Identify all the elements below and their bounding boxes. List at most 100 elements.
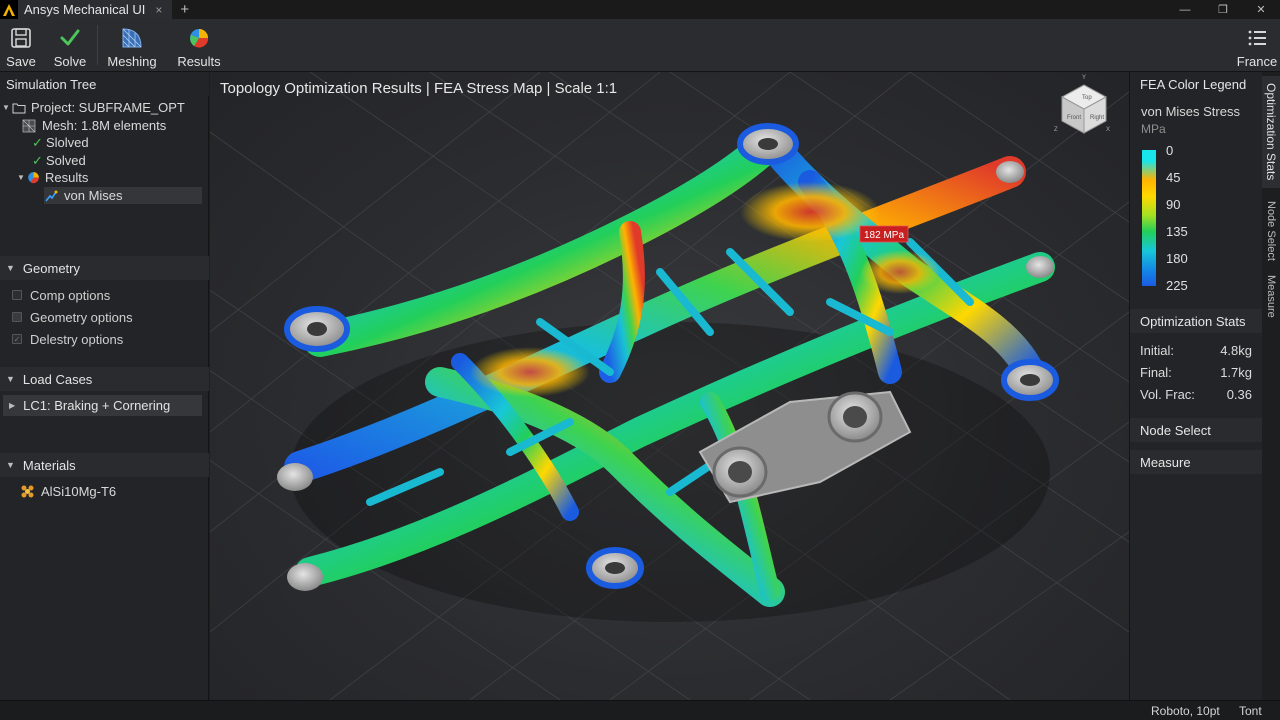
side-tab-strip: Optimization Stats Node Select Measure [1262,72,1280,700]
stat-value: 1.7kg [1220,365,1252,380]
materials-header[interactable]: ▼ Materials [0,453,209,477]
measure-header[interactable]: Measure [1130,450,1263,474]
project-label: Project: SUBFRAME_OPT [31,100,185,115]
menu-label: France [1236,54,1278,69]
geometry-option-2[interactable]: Geometry options [12,308,133,326]
status-font-info[interactable]: Roboto, 10pt [1151,704,1220,718]
option-checkbox[interactable]: ✓ [12,334,22,344]
cube-front-label: Front [1067,115,1081,121]
axis-x-label: X [1106,127,1110,133]
tree-item-von-mises[interactable]: von Mises [44,187,202,204]
new-tab-icon[interactable]: + [180,1,189,18]
view-cube[interactable]: Top Front Right Y X Z [1054,75,1110,134]
viewport-scene: Top Front Right Y X Z 182 MPa [210,72,1129,700]
status-extra[interactable]: Tont [1239,704,1262,718]
legend-quantity: von Mises Stress [1141,104,1240,119]
stress-callout[interactable]: 182 MPa [859,225,909,243]
left-panel: Simulation Tree ▼ Project: SUBFRAME_OPT … [0,72,209,700]
solve-button[interactable]: Solve [52,19,88,72]
save-icon [11,28,31,48]
von-mises-label: von Mises [64,188,123,203]
geometry-option-3[interactable]: ✓ Delestry options [12,330,123,348]
stat-label: Vol. Frac: [1140,387,1195,402]
stat-initial: Initial: 4.8kg [1140,343,1252,358]
legend-unit: MPa [1141,122,1166,136]
option-checkbox[interactable] [12,290,22,300]
chevron-down-icon[interactable]: ▼ [15,173,27,182]
option-checkbox[interactable] [12,312,22,322]
material-label: AlSi10Mg-T6 [41,484,117,499]
mesh-icon [22,119,36,132]
solved-2-label: Solved [46,153,86,168]
tab-close-icon[interactable]: × [155,3,162,17]
option-label: Geometry options [30,309,133,325]
stat-label: Initial: [1140,343,1174,358]
stats-header[interactable]: Optimization Stats [1130,309,1263,333]
load-case-item[interactable]: ▶ LC1: Braking + Cornering [3,395,202,416]
mesh-label: Mesh: 1.8M elements [42,118,167,133]
legend-tick: 180 [1166,251,1188,266]
geometry-option-1[interactable]: Comp options [12,286,110,304]
tree-item-project[interactable]: ▼ Project: SUBFRAME_OPT [0,99,185,116]
save-label: Save [6,54,36,69]
legend-tick: 45 [1166,170,1181,185]
results-button[interactable]: Results [176,19,222,72]
ansys-logo-icon [0,0,18,19]
tree-item-solved-2[interactable]: ✓ Solved [32,152,86,169]
pie-chart-icon [190,29,209,48]
chevron-right-icon[interactable]: ▶ [9,401,15,410]
pie-chart-icon [28,172,39,184]
list-menu-icon [1248,30,1266,46]
option-label: Comp options [30,287,111,303]
side-tab-label: Node Select [1265,201,1277,261]
material-item[interactable]: AlSi10Mg-T6 [20,483,116,500]
chevron-down-icon: ▼ [6,263,15,273]
part-shadow [290,322,1050,622]
geometry-header[interactable]: ▼ Geometry [0,256,209,280]
side-tab-node-select[interactable]: Node Select [1262,196,1280,266]
3d-viewport[interactable]: Top Front Right Y X Z 182 MPa Topology O… [210,72,1129,700]
simulation-tree-header: Simulation Tree [0,72,209,96]
menu-button[interactable]: France [1236,19,1278,72]
stat-vol-frac: Vol. Frac: 0.36 [1140,387,1252,402]
side-tab-label: Optimization Stats [1264,83,1278,181]
results-label: Results [45,170,89,185]
option-label: Delestry options [30,331,124,347]
stat-value: 4.8kg [1220,343,1252,358]
right-panel: FEA Color Legend von Mises Stress MPa 0 … [1129,72,1263,700]
load-case-label: LC1: Braking + Cornering [23,398,171,413]
materials-title: Materials [22,457,76,473]
tree-item-solved-1[interactable]: ✓ Slolved [32,134,89,151]
tree-item-mesh[interactable]: Mesh: 1.8M elements [22,117,166,134]
legend-tick: 225 [1166,278,1188,293]
chevron-down-icon: ▼ [6,460,15,470]
legend-tick: 90 [1166,197,1181,212]
folder-icon [12,103,26,113]
solved-1-label: Slolved [46,135,89,150]
geometry-title: Geometry [22,260,80,276]
node-select-header[interactable]: Node Select [1130,418,1263,442]
tree-item-results[interactable]: ▼ Results [15,169,88,186]
minimize-button[interactable]: — [1166,0,1204,19]
meshing-button[interactable]: Meshing [106,19,158,72]
chevron-down-icon[interactable]: ▼ [0,103,12,112]
check-icon: ✓ [32,152,43,168]
restore-button[interactable]: ❐ [1204,0,1242,19]
side-tab-measure[interactable]: Measure [1262,270,1280,322]
close-window-button[interactable]: ✕ [1242,0,1280,19]
callout-value: 182 MPa [864,230,904,241]
legend-tick: 135 [1166,224,1188,239]
side-tab-optimization-stats[interactable]: Optimization Stats [1262,76,1280,188]
legend-tick: 0 [1166,143,1174,158]
stress-result-icon [45,190,58,201]
save-button[interactable]: Save [4,19,38,72]
mesh-icon [122,28,142,48]
axis-z-label: Z [1054,127,1058,133]
load-cases-header[interactable]: ▼ Load Cases [0,367,209,391]
app-tab[interactable]: Ansys Mechanical UI × [18,0,173,19]
cube-top-label: Top [1082,95,1092,101]
legend-header: FEA Color Legend [1130,72,1263,96]
stat-label: Final: [1140,365,1172,380]
measure-title: Measure [1140,454,1191,470]
legend-color-bar [1142,150,1156,286]
